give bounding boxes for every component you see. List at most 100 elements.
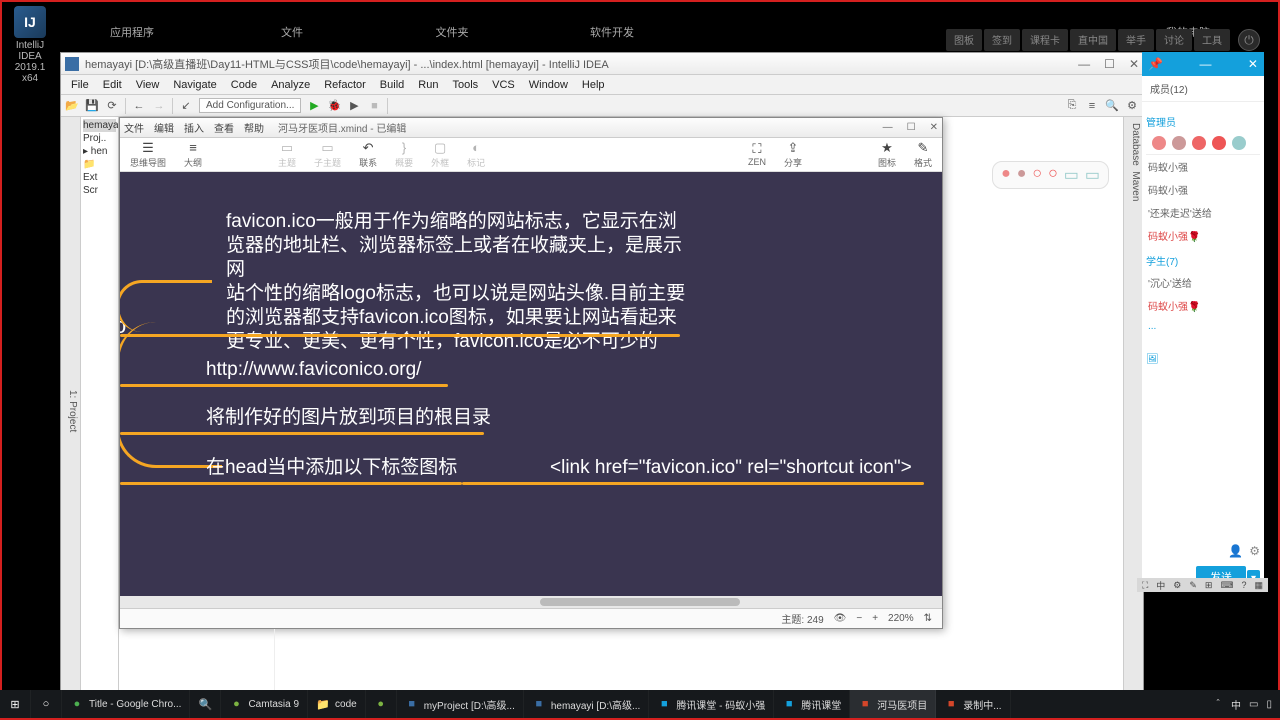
mindmap-node[interactable]: <link href="favicon.ico" rel="shortcut i… — [550, 456, 912, 480]
emoji-icon[interactable]: ○ — [1048, 165, 1058, 185]
tray-ime-icon[interactable]: 中 — [1231, 697, 1241, 712]
xmind-menu[interactable]: 插入 — [184, 120, 204, 135]
close-icon[interactable]: ✕ — [1129, 57, 1139, 71]
ime-language-bar[interactable]: ⛶ 中 ⚙ ✎ ⊞ ⌨ ? ▦ — [1137, 578, 1268, 592]
emoji-icon[interactable]: ○ — [1032, 165, 1042, 185]
emoji-icon[interactable]: ● — [1017, 165, 1027, 185]
menu-view[interactable]: View — [130, 77, 166, 93]
xmind-menu[interactable]: 文件 — [124, 120, 144, 135]
taskbar-item[interactable]: 🔍 — [190, 690, 221, 718]
lang-item[interactable]: ✎ — [1186, 580, 1200, 591]
ide-right-gutter[interactable]: Database Maven — [1123, 117, 1143, 705]
lang-item[interactable]: ⚙ — [1170, 580, 1184, 591]
taskbar-item[interactable]: 📁code — [308, 690, 366, 718]
maximize-icon[interactable]: ☐ — [907, 122, 916, 133]
run-config-combo[interactable]: Add Configuration... — [199, 98, 301, 113]
forward-icon[interactable]: → — [152, 99, 166, 113]
back-icon[interactable]: ← — [132, 99, 146, 113]
eye-icon[interactable]: 👁 — [834, 613, 847, 624]
emoji-icon[interactable]: ● — [1001, 165, 1011, 185]
system-tray[interactable]: ＾ 中 ▭ ▯ — [1205, 697, 1280, 712]
zoom-level[interactable]: 220% — [888, 613, 914, 624]
menu-window[interactable]: Window — [523, 77, 574, 93]
taskbar-item[interactable]: ■腾讯课堂 — [774, 690, 850, 718]
run-icon[interactable]: ▶ — [307, 99, 321, 113]
taskbar-item[interactable]: ■myProject [D:\高级... — [397, 690, 524, 718]
search-icon[interactable]: 🔍 — [1105, 99, 1119, 113]
xmind-menu[interactable]: 查看 — [214, 120, 234, 135]
taskbar-item[interactable]: ■hemayayi [D:\高级... — [524, 690, 649, 718]
ide-titlebar[interactable]: hemayayi [D:\高级直播班\Day11-HTML与CSS项目\code… — [61, 53, 1143, 75]
emoji-icon[interactable]: ▭ — [1064, 165, 1079, 185]
tray-icon[interactable]: ▭ — [1249, 699, 1258, 710]
scrollbar-thumb[interactable] — [540, 598, 740, 606]
dock-dev[interactable]: 软件开发 — [532, 2, 692, 47]
reaction-bar[interactable]: ● ● ○ ○ ▭ ▭ — [992, 161, 1109, 189]
ctrl-btn[interactable]: 签到 — [984, 29, 1020, 51]
settings-icon[interactable]: ⚙ — [1125, 99, 1139, 113]
menu-file[interactable]: File — [65, 77, 95, 93]
xmind-menu[interactable]: 帮助 — [244, 120, 264, 135]
stop-icon[interactable]: ■ — [367, 99, 381, 113]
avatar[interactable] — [1172, 136, 1186, 150]
lang-item[interactable]: ? — [1238, 580, 1249, 590]
relation-button[interactable]: ↶联系 — [359, 141, 377, 169]
more-link[interactable]: ... — [1146, 317, 1260, 336]
gear-icon[interactable]: ⚙ — [1249, 544, 1260, 558]
ctrl-btn[interactable]: 课程卡 — [1022, 29, 1068, 51]
taskbar-item[interactable]: ■腾讯课堂 - 码蚁小强 — [649, 690, 774, 718]
dock-app[interactable]: 应用程序 — [52, 2, 212, 47]
dock-file[interactable]: 文件 — [212, 2, 372, 47]
tray-icon[interactable]: ▯ — [1266, 699, 1272, 710]
tray-expand-icon[interactable]: ＾ — [1213, 697, 1223, 712]
format-button[interactable]: ✎格式 — [914, 141, 932, 169]
user-icon[interactable]: 👤 — [1228, 544, 1243, 558]
zen-button[interactable]: ⛶ZEN — [748, 142, 766, 167]
minimize-icon[interactable]: — — [1078, 57, 1090, 71]
menu-tools[interactable]: Tools — [446, 77, 484, 93]
minimize-icon[interactable]: — — [883, 122, 893, 133]
zoom-stepper-icon[interactable]: ⇅ — [924, 613, 932, 624]
chat-member-list[interactable]: 管理员 码蚁小强 码蚁小强 '还来走迟'送给 码蚁小强🌹 学生(7) '沉心'送… — [1142, 102, 1264, 371]
debug-icon[interactable]: 🐞 — [327, 99, 341, 113]
mindmap-node[interactable]: favicon.ico一般用于作为缩略的网站标志，它显示在浏 览器的地址栏、浏览… — [226, 210, 686, 354]
image-icon[interactable]: 🖼 — [1146, 354, 1260, 365]
horizontal-scrollbar[interactable] — [120, 596, 942, 608]
ctrl-btn[interactable]: 讨论 — [1156, 29, 1192, 51]
ctrl-btn[interactable]: 图板 — [946, 29, 982, 51]
coverage-icon[interactable]: ▶ — [347, 99, 361, 113]
lang-item[interactable]: ⊞ — [1202, 580, 1216, 591]
menu-run[interactable]: Run — [412, 77, 444, 93]
mindmap-node[interactable]: http://www.faviconico.org/ — [206, 358, 421, 382]
lang-item[interactable]: 中 — [1153, 579, 1168, 592]
emoji-icon[interactable]: ▭ — [1085, 165, 1100, 185]
members-tab[interactable]: 成员(12) — [1150, 81, 1188, 96]
menu-refactor[interactable]: Refactor — [318, 77, 372, 93]
menu-analyze[interactable]: Analyze — [265, 77, 316, 93]
list-item[interactable]: Proj.. — [83, 132, 116, 145]
vcs-icon[interactable]: ⎘ — [1065, 99, 1079, 113]
close-icon[interactable]: ✕ — [1248, 57, 1258, 71]
taskbar-item[interactable]: ■录制中... — [936, 690, 1010, 718]
intellij-desktop-icon[interactable]: IJ IntelliJ IDEA 2019.1 x64 — [6, 6, 54, 54]
taskbar-item[interactable]: ○ — [31, 690, 62, 718]
structure-icon[interactable]: ≡ — [1085, 99, 1099, 113]
icon-button[interactable]: ★图标 — [878, 141, 896, 169]
zoom-in-icon[interactable]: + — [872, 613, 878, 624]
save-icon[interactable]: 💾 — [85, 99, 99, 113]
menu-help[interactable]: Help — [576, 77, 611, 93]
avatar[interactable] — [1152, 136, 1166, 150]
ide-left-gutter[interactable]: 1: Project — [61, 117, 81, 705]
xmind-menu[interactable]: 编辑 — [154, 120, 174, 135]
avatar[interactable] — [1232, 136, 1246, 150]
taskbar-item[interactable]: ● — [366, 690, 397, 718]
project-tree[interactable]: hemayayi Proj.. ▸ hen 📁 Ext Scr — [81, 117, 119, 705]
menu-code[interactable]: Code — [225, 77, 263, 93]
list-item[interactable]: Scr — [83, 184, 116, 197]
avatar[interactable] — [1212, 136, 1226, 150]
avatar[interactable] — [1192, 136, 1206, 150]
taskbar-item[interactable]: ●Camtasia 9 — [221, 690, 308, 718]
mindmap-node[interactable]: 将制作好的图片放到项目的根目录 — [206, 406, 491, 430]
maximize-icon[interactable]: ☐ — [1104, 57, 1115, 71]
member-item[interactable]: 码蚁小强 — [1146, 178, 1260, 201]
